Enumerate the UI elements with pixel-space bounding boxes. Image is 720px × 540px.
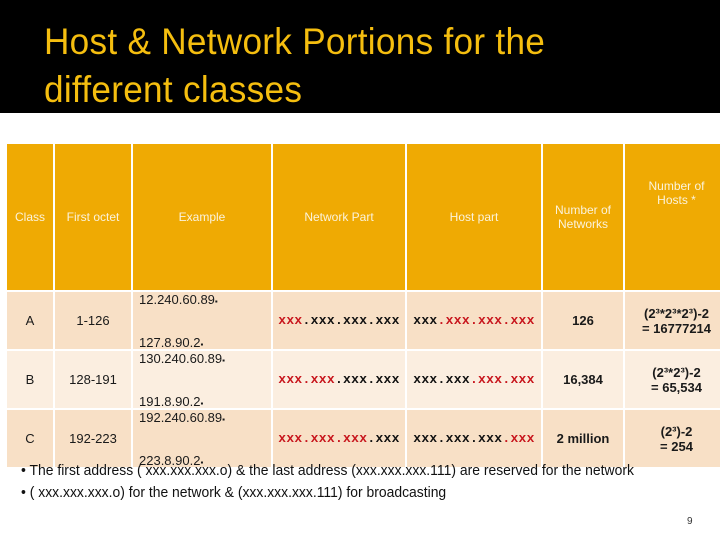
hosts-formula: (2³*2³)-2 <box>652 364 701 380</box>
host-octets: .xxx <box>502 431 535 446</box>
table-row-class-c: C 192-223 192.240.60.89▪ 223.8.90.2▪ xxx… <box>7 409 720 468</box>
slide-title: Host & Network Portions for the differen… <box>44 18 545 114</box>
cell-example: 130.240.60.89▪ 191.8.90.2▪ <box>133 350 271 409</box>
cell-network-part: xxx.xxx.xxx.xxx <box>273 292 405 349</box>
header-network-part: Network Part <box>273 144 405 290</box>
hosts-formula: (2³*2³*2³)-2 <box>643 305 709 321</box>
header-hosts-line2: Hosts * <box>657 193 696 207</box>
page-number: 9 <box>687 516 693 527</box>
network-octets: xxx <box>413 313 438 328</box>
example-address-1: 192.240.60.89 <box>139 409 223 425</box>
network-octets: xxx.xxx.xxx <box>413 431 503 446</box>
header-hosts-line1: Number of <box>648 179 705 193</box>
hosts-formula: (2³)-2 <box>660 423 693 439</box>
example-address-1: 130.240.60.89 <box>139 350 223 366</box>
cell-number-of-networks: 126 <box>543 292 623 349</box>
network-octets: xxx.xxx.xxx <box>278 431 368 446</box>
cell-class: A <box>7 292 53 349</box>
note-broadcasting: • ( xxx.xxx.xxx.o) for the network & (xx… <box>21 485 447 501</box>
ip-classes-table: Class First octet Example Network Part H… <box>5 142 720 469</box>
bullet-marker: ▪ <box>200 398 204 408</box>
cell-host-part: xxx.xxx.xxx.xxx <box>407 410 541 467</box>
header-host-part: Host part <box>407 144 541 290</box>
header-number-of-hosts: Number of Hosts * <box>625 144 720 290</box>
hosts-result: = 16777214 <box>641 320 712 336</box>
title-line-1: Host & Network Portions for the <box>44 21 546 62</box>
host-octets: .xxx.xxx.xxx <box>302 313 400 328</box>
header-class: Class <box>7 144 53 290</box>
example-address-2: 127.8.90.2 <box>139 334 201 350</box>
notes: • The first address ( xxx.xxx.xxx.o) & t… <box>21 460 674 504</box>
example-address-2: 191.8.90.2 <box>139 393 201 409</box>
host-octets: .xxx <box>367 431 400 446</box>
cell-first-octet: 128-191 <box>55 351 131 408</box>
header-number-of-networks: Number of Networks <box>543 144 623 290</box>
host-octets: .xxx.xxx <box>334 372 400 387</box>
cell-number-of-networks: 2 million <box>543 410 623 467</box>
header-networks-line2: Networks <box>557 217 608 231</box>
cell-class: B <box>7 351 53 408</box>
cell-number-of-hosts: (2³)-2 = 254 <box>625 410 720 467</box>
header-example: Example <box>133 144 271 290</box>
cell-number-of-hosts: (2³*2³)-2 = 65,534 <box>625 351 720 408</box>
network-octets: xxx <box>278 313 303 328</box>
title-bar: Host & Network Portions for the differen… <box>0 0 720 113</box>
cell-network-part: xxx.xxx.xxx.xxx <box>273 351 405 408</box>
title-line-2: different classes <box>44 69 303 110</box>
hosts-result: = 254 <box>660 438 693 454</box>
cell-first-octet: 192-223 <box>55 410 131 467</box>
note-reserved-addresses: • The first address ( xxx.xxx.xxx.o) & t… <box>21 463 634 479</box>
table-row-class-b: B 128-191 130.240.60.89▪ 191.8.90.2▪ xxx… <box>7 350 720 409</box>
header-networks-line1: Number of <box>554 203 612 217</box>
host-octets: .xxx.xxx.xxx <box>437 313 535 328</box>
table-row-class-a: A 1-126 12.240.60.89▪ 127.8.90.2▪ xxx.xx… <box>7 291 720 350</box>
cell-class: C <box>7 410 53 467</box>
cell-number-of-networks: 16,384 <box>543 351 623 408</box>
header-first-octet: First octet <box>55 144 131 290</box>
cell-example: 12.240.60.89▪ 127.8.90.2▪ <box>133 291 271 350</box>
cell-host-part: xxx.xxx.xxx.xxx <box>407 292 541 349</box>
cell-network-part: xxx.xxx.xxx.xxx <box>273 410 405 467</box>
network-octets: xxx.xxx <box>278 372 335 387</box>
cell-first-octet: 1-126 <box>55 292 131 349</box>
bullet-marker: ▪ <box>214 296 218 306</box>
hosts-result: = 65,534 <box>651 379 702 395</box>
bullet-marker: ▪ <box>222 355 225 365</box>
header-row: Class First octet Example Network Part H… <box>7 144 720 290</box>
example-address-1: 12.240.60.89 <box>139 291 215 307</box>
bullet-marker: ▪ <box>222 414 225 424</box>
cell-host-part: xxx.xxx.xxx.xxx <box>407 351 541 408</box>
cell-example: 192.240.60.89▪ 223.8.90.2▪ <box>133 409 271 468</box>
bullet-marker: ▪ <box>200 339 204 349</box>
cell-number-of-hosts: (2³*2³*2³)-2 = 16777214 <box>625 292 720 349</box>
host-octets: .xxx.xxx <box>469 372 535 387</box>
network-octets: xxx.xxx <box>413 372 470 387</box>
